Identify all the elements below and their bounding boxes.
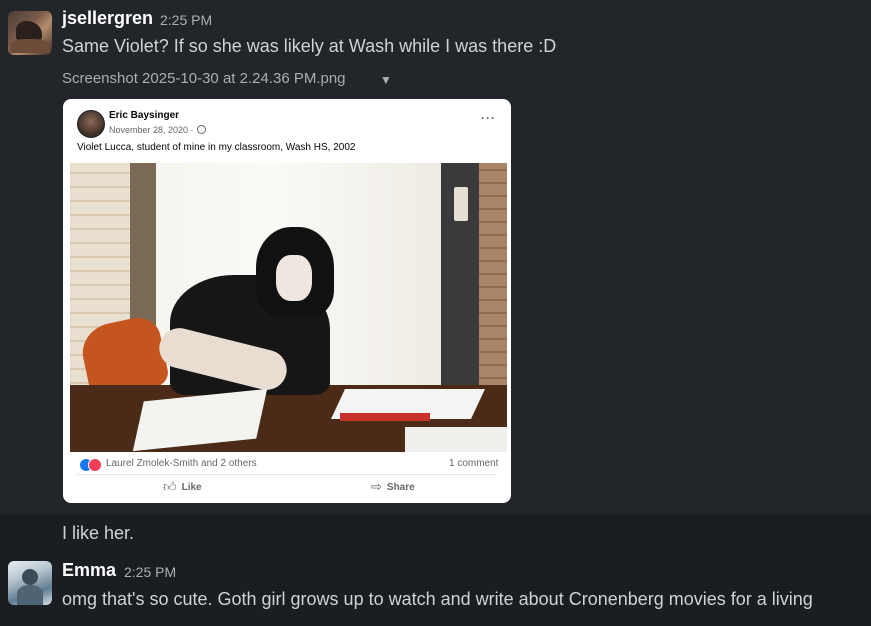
globe-icon <box>197 125 206 134</box>
message-text: I like her. <box>62 523 135 543</box>
caret-down-icon[interactable]: ▼ <box>380 73 392 87</box>
timestamp[interactable]: 2:25 PM <box>124 564 176 580</box>
post-like-button: 👍︎ Like <box>163 478 202 496</box>
post-author-name: Eric Baysinger <box>109 110 180 121</box>
share-arrow-icon: ⇨ <box>371 479 382 494</box>
message-text: omg that's so cute. Goth girl grows up t… <box>62 589 813 609</box>
post-divider <box>77 474 497 475</box>
like-label: Like <box>181 481 202 493</box>
reactions-text: Laurel Zmolek-Smith and 2 others <box>106 458 257 469</box>
share-label: Share <box>386 481 415 493</box>
reaction-icons <box>79 458 102 472</box>
comments-count: 1 comment <box>449 458 499 469</box>
post-date: November 28, 2020 · <box>109 125 194 135</box>
username[interactable]: jsellergren <box>62 8 153 29</box>
timestamp[interactable]: 2:25 PM <box>160 12 212 28</box>
post-author-avatar <box>77 110 105 138</box>
avatar[interactable] <box>8 561 52 605</box>
attachment-filename[interactable]: Screenshot 2025-10-30 at 2.24.36 PM.png <box>62 70 346 87</box>
thumbs-up-icon: 👍︎ <box>163 479 177 494</box>
more-options-icon: ··· <box>481 111 496 125</box>
avatar[interactable] <box>8 11 52 55</box>
post-caption: Violet Lucca, student of mine in my clas… <box>77 142 356 153</box>
image-attachment[interactable]: Eric Baysinger November 28, 2020 · ··· V… <box>63 99 511 503</box>
love-reaction-icon <box>88 458 102 472</box>
username[interactable]: Emma <box>62 560 116 581</box>
post-photo <box>70 163 507 452</box>
message-text: Same Violet? If so she was likely at Was… <box>62 36 557 56</box>
post-share-button: ⇨ Share <box>371 478 415 496</box>
